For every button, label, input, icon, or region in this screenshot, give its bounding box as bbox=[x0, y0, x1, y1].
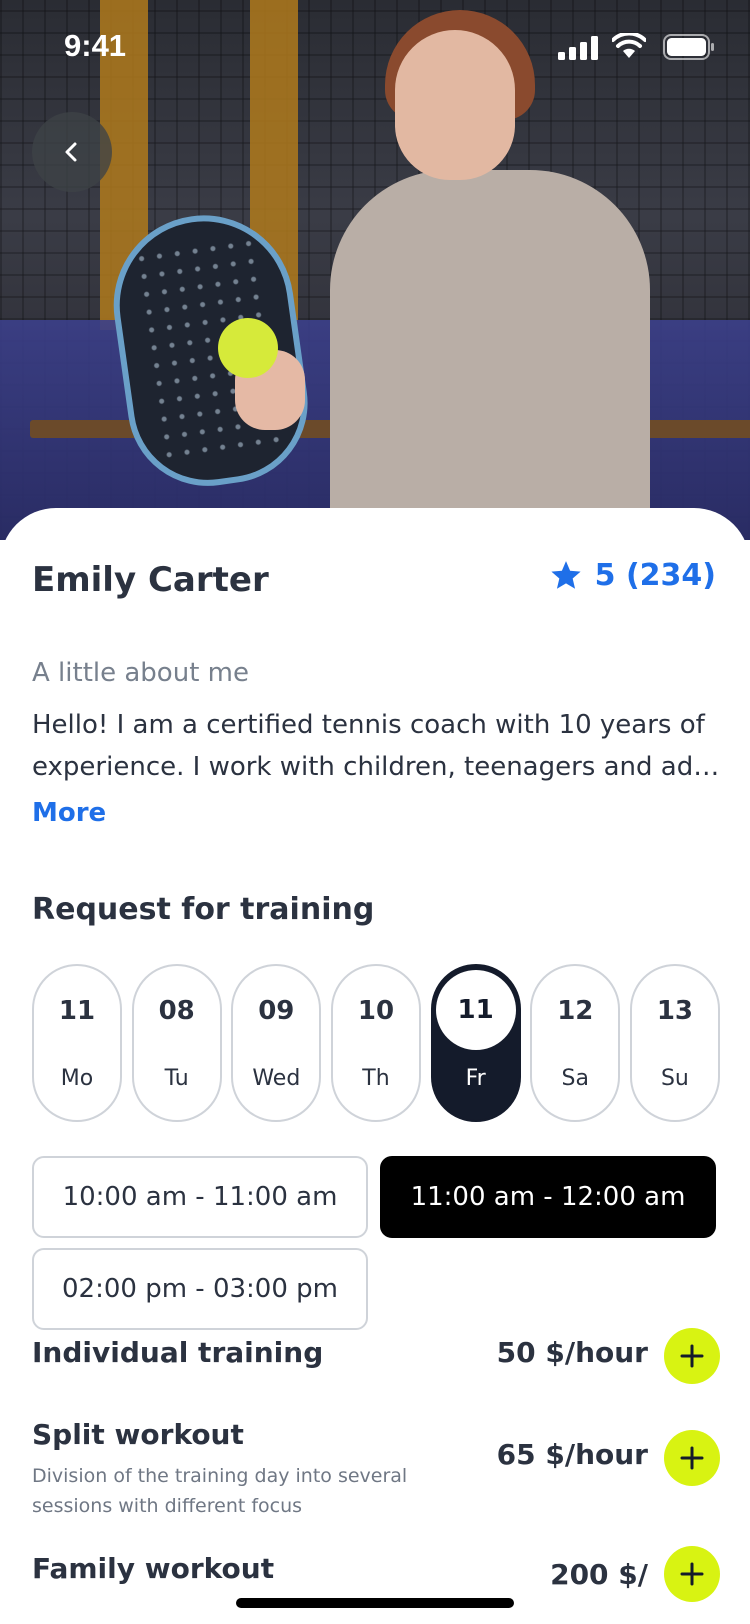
service-description: Division of the training day into severa… bbox=[32, 1465, 408, 1517]
date-option-selected[interactable]: 11 Fr bbox=[430, 964, 521, 1122]
coach-rating[interactable]: 5 (234) bbox=[549, 558, 716, 593]
about-heading: A little about me bbox=[32, 658, 249, 688]
date-option[interactable]: 11 Mo bbox=[32, 964, 122, 1122]
date-option[interactable]: 09 Wed bbox=[231, 964, 322, 1122]
back-button[interactable] bbox=[32, 112, 112, 192]
plus-icon bbox=[680, 1344, 704, 1368]
time-slot-selected[interactable]: 11:00 am - 12:00 am bbox=[380, 1156, 716, 1238]
coach-details-sheet: Emily Carter 5 (234) A little about me H… bbox=[0, 508, 750, 1624]
date-weekday: Sa bbox=[561, 1066, 589, 1091]
date-option[interactable]: 13 Su bbox=[629, 964, 720, 1122]
date-weekday: Wed bbox=[252, 1066, 301, 1091]
status-bar: 9:41 bbox=[0, 0, 750, 96]
about-text: Hello! I am a certified tennis coach wit… bbox=[32, 704, 722, 788]
service-item: Split workout Division of the training d… bbox=[32, 1418, 720, 1518]
about-text-line: Hello! I am a certified tennis coach wit… bbox=[32, 710, 705, 740]
service-item: Individual training 50 $/hour bbox=[32, 1326, 720, 1386]
battery-icon bbox=[663, 34, 714, 60]
tennis-ball bbox=[218, 318, 278, 378]
star-icon bbox=[551, 560, 581, 589]
date-weekday: Mo bbox=[60, 1066, 94, 1091]
more-link[interactable]: More bbox=[32, 798, 106, 828]
selected-date-circle: 11 bbox=[435, 970, 516, 1050]
chevron-left-icon bbox=[65, 142, 77, 162]
service-price: 200 $/ bbox=[550, 1558, 648, 1591]
about-text-line: experience. I work with children, teenag… bbox=[32, 752, 722, 782]
date-picker: 11 Mo 08 Tu 09 Wed 10 Th 11 Fr 12 Sa 13 … bbox=[32, 964, 720, 1122]
date-number: 10 bbox=[357, 996, 395, 1026]
date-option[interactable]: 08 Tu bbox=[131, 964, 222, 1122]
date-weekday: Fr bbox=[465, 1066, 486, 1091]
plus-icon bbox=[680, 1562, 704, 1586]
coach-jacket bbox=[330, 170, 650, 540]
request-training-title: Request for training bbox=[32, 892, 375, 927]
service-price: 65 $/hour bbox=[496, 1438, 648, 1471]
service-title: Individual training bbox=[32, 1336, 324, 1369]
home-indicator bbox=[236, 1598, 514, 1608]
date-weekday: Su bbox=[660, 1066, 689, 1091]
date-option[interactable]: 12 Sa bbox=[530, 964, 621, 1122]
date-weekday: Th bbox=[362, 1066, 390, 1091]
cellular-signal-icon bbox=[558, 36, 598, 60]
coach-name: Emily Carter bbox=[32, 560, 269, 600]
service-price: 50 $/hour bbox=[496, 1336, 648, 1369]
service-item: Family workout 200 $/ bbox=[32, 1546, 720, 1624]
time-slot[interactable]: 02:00 pm - 03:00 pm bbox=[32, 1248, 368, 1330]
date-number: 11 bbox=[457, 995, 494, 1025]
date-option[interactable]: 10 Th bbox=[330, 964, 421, 1122]
add-service-button[interactable] bbox=[664, 1328, 720, 1384]
date-number: 08 bbox=[158, 996, 195, 1026]
status-time: 9:41 bbox=[64, 28, 127, 63]
time-slot[interactable]: 10:00 am - 11:00 am bbox=[32, 1156, 368, 1238]
date-number: 09 bbox=[258, 996, 295, 1026]
date-number: 13 bbox=[656, 996, 694, 1026]
date-weekday: Tu bbox=[164, 1066, 189, 1091]
date-number: 12 bbox=[557, 996, 594, 1026]
rating-value: 5 (234) bbox=[594, 558, 716, 593]
add-service-button[interactable] bbox=[664, 1430, 720, 1486]
add-service-button[interactable] bbox=[664, 1546, 720, 1602]
plus-icon bbox=[680, 1446, 704, 1470]
date-number: 11 bbox=[58, 996, 96, 1026]
wifi-icon bbox=[612, 33, 646, 58]
